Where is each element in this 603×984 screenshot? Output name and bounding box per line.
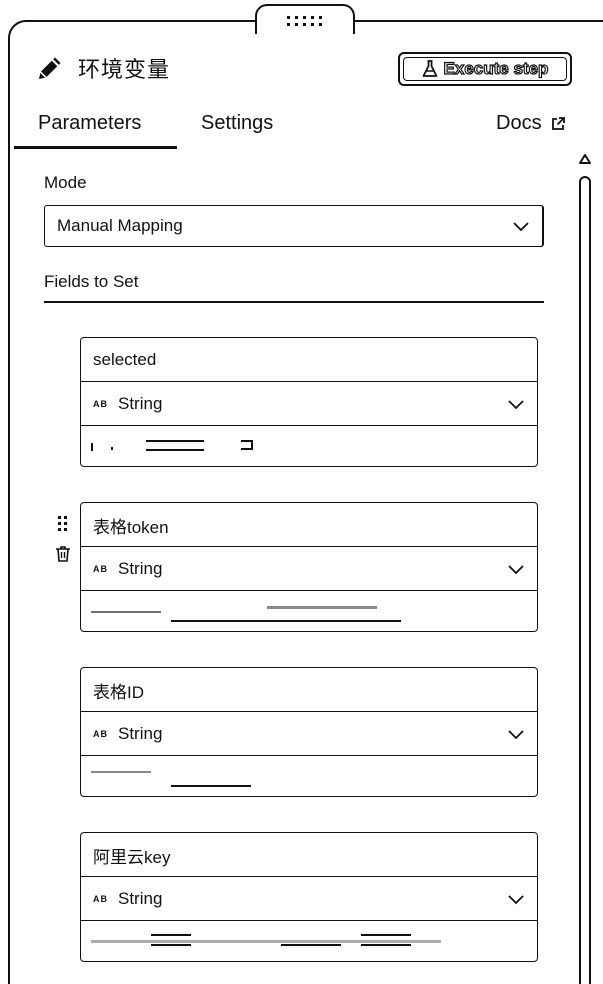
tab-parameters[interactable]: Parameters xyxy=(38,112,141,135)
field-name: 阿里云key xyxy=(93,847,171,867)
field-value-input[interactable] xyxy=(81,755,537,799)
flask-icon xyxy=(422,60,437,77)
field-name-input[interactable]: 表格ID xyxy=(81,668,537,712)
field-type-select[interactable]: AB String xyxy=(81,876,537,921)
fields-to-set-label: Fields to Set xyxy=(44,272,139,291)
panel-drag-tab[interactable] xyxy=(255,4,355,34)
mode-select[interactable]: Manual Mapping xyxy=(44,205,544,247)
string-type-icon: AB xyxy=(93,398,108,409)
field-card: selected AB String xyxy=(80,337,538,467)
field-name: 表格ID xyxy=(93,682,144,702)
field-value-input[interactable] xyxy=(81,590,537,634)
active-tab-indicator xyxy=(14,146,177,149)
drag-handle-icon[interactable] xyxy=(58,516,68,532)
mode-select-value: Manual Mapping xyxy=(57,216,183,235)
tab-docs-label: Docs xyxy=(496,112,542,134)
execute-step-label: Execute step xyxy=(443,58,549,78)
redacted-value xyxy=(91,930,441,954)
string-type-icon: AB xyxy=(93,728,108,739)
external-link-icon xyxy=(551,116,565,130)
field-value-input[interactable] xyxy=(81,425,537,469)
trash-icon[interactable] xyxy=(55,545,71,563)
field-type-select[interactable]: AB String xyxy=(81,711,537,756)
field-type-label: String xyxy=(118,393,163,413)
chevron-down-icon xyxy=(508,894,524,904)
mode-label: Mode xyxy=(44,173,87,192)
field-type-label: String xyxy=(118,888,163,908)
execute-step-button[interactable]: Execute step xyxy=(398,52,572,86)
drag-dots-icon xyxy=(285,16,329,28)
field-name-input[interactable]: 阿里云key xyxy=(81,833,537,877)
field-name-input[interactable]: 表格token xyxy=(81,503,537,547)
string-type-icon: AB xyxy=(93,563,108,574)
field-value-input[interactable] xyxy=(81,920,537,964)
string-type-icon: AB xyxy=(93,893,108,904)
fields-divider xyxy=(44,301,544,303)
field-card: 阿里云key AB String xyxy=(80,832,538,962)
pencil-icon[interactable] xyxy=(36,54,64,82)
node-title[interactable]: 环境变量 xyxy=(78,52,170,84)
field-card: 表格token AB String xyxy=(80,502,538,632)
field-type-select[interactable]: AB String xyxy=(81,546,537,591)
tab-settings[interactable]: Settings xyxy=(201,112,273,135)
field-type-label: String xyxy=(118,558,163,578)
node-header: 环境变量 Execute step xyxy=(36,48,576,88)
field-name-input[interactable]: selected xyxy=(81,338,537,382)
redacted-value xyxy=(91,765,251,789)
scrollbar-thumb[interactable] xyxy=(579,176,591,984)
redacted-value xyxy=(91,435,291,459)
scroll-up-arrow-icon[interactable] xyxy=(578,152,592,166)
chevron-down-icon xyxy=(508,729,524,739)
field-name: selected xyxy=(93,350,157,369)
chevron-down-icon xyxy=(508,564,524,574)
field-card: 表格ID AB String xyxy=(80,667,538,797)
field-type-label: String xyxy=(118,723,163,743)
chevron-down-icon xyxy=(513,222,529,232)
tab-docs[interactable]: Docs xyxy=(496,112,566,135)
redacted-value xyxy=(91,600,401,624)
chevron-down-icon xyxy=(508,399,524,409)
field-type-select[interactable]: AB String xyxy=(81,381,537,426)
field-name: 表格token xyxy=(93,517,169,537)
